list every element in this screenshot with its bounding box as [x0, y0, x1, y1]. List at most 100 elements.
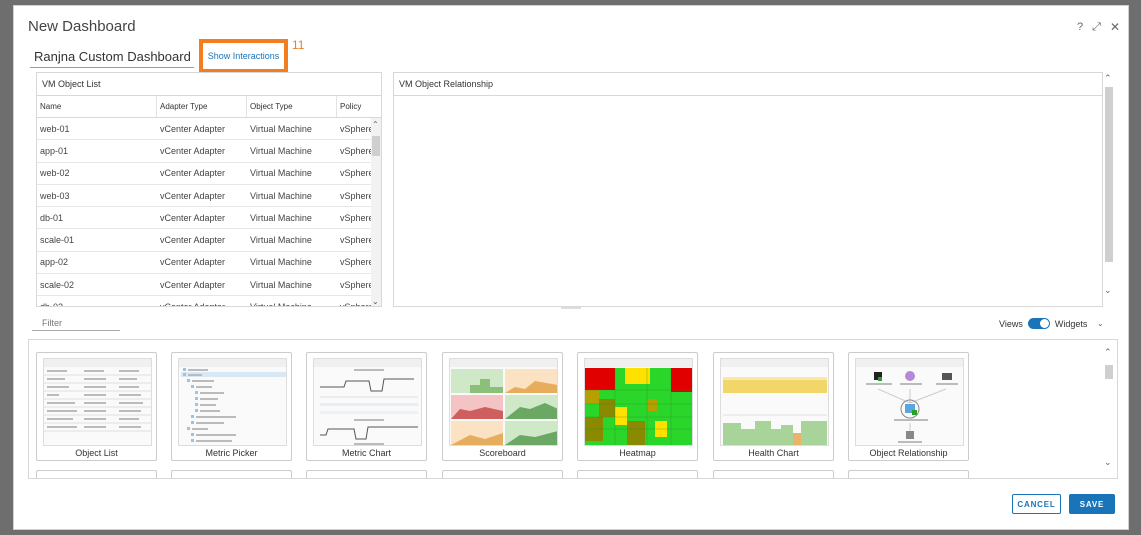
health-chart-preview	[721, 359, 828, 445]
widget-tile-scoreboard[interactable]: Scoreboard	[442, 352, 563, 461]
column-header-adapter-type[interactable]: Adapter Type	[157, 96, 247, 117]
widget-label: Metric Picker	[205, 448, 258, 458]
table-row[interactable]: web-01 vCenter Adapter Virtual Machine vSph…	[37, 118, 381, 141]
filter-input[interactable]	[32, 315, 120, 331]
window-controls: ? ⤢ ✕	[1077, 20, 1120, 34]
cell-object-type: Virtual Machine	[250, 212, 312, 223]
help-icon[interactable]: ?	[1077, 21, 1083, 33]
cell-policy: vSphere	[340, 190, 372, 201]
cell-name: scale-02	[40, 279, 75, 290]
cell-name: app-01	[40, 145, 69, 156]
cell-name: db-01	[40, 212, 64, 223]
table-row[interactable]: app-02 vCenter Adapter Virtual Machine vSph…	[37, 252, 381, 275]
cell-policy: vSphere	[337, 302, 372, 306]
cell-object-type: Virtual Machine	[250, 257, 312, 268]
widget-tile-metric-picker[interactable]: Metric Picker	[171, 352, 292, 461]
widget-tile-object-list[interactable]: Object List	[36, 352, 157, 461]
vm-object-list-title: VM Object List	[37, 73, 381, 96]
table-row[interactable]: web-02 vCenter Adapter Virtual Machine vSph…	[37, 163, 381, 185]
cell-name: web-01	[40, 123, 70, 134]
table-row[interactable]: web-03 vCenter Adapter Virtual Machine vSph…	[37, 185, 381, 208]
scroll-down-icon[interactable]: ⌄	[1104, 285, 1112, 296]
show-interactions-button[interactable]: Show Interactions	[199, 39, 288, 73]
column-header-name[interactable]: Name	[37, 96, 157, 117]
object-list-preview	[44, 359, 151, 432]
cell-adapter-type: vCenter Adapter	[157, 302, 247, 306]
cell-object-type: Virtual Machine	[250, 190, 312, 201]
widget-label: Scoreboard	[479, 448, 526, 458]
scroll-up-icon[interactable]: ⌃	[1104, 73, 1112, 84]
scroll-down-icon[interactable]: ⌄	[1104, 457, 1112, 468]
vm-object-relationship-title: VM Object Relationship	[394, 73, 1102, 96]
cell-adapter-type: vCenter Adapter	[160, 235, 226, 246]
views-widgets-switch[interactable]	[1027, 318, 1050, 329]
cell-object-type: Virtual Machine	[250, 279, 312, 290]
scrollbar-thumb[interactable]	[372, 136, 380, 156]
dashboard-name-input[interactable]	[30, 46, 194, 68]
switch-knob	[1039, 319, 1049, 328]
cell-policy: vSphere	[340, 235, 372, 246]
cell-adapter-type: vCenter Adapter	[160, 257, 226, 268]
cell-adapter-type: vCenter Adapter	[160, 190, 226, 201]
grid-body: web-01 vCenter Adapter Virtual Machine vSph…	[37, 118, 381, 306]
table-row[interactable]: app-01 vCenter Adapter Virtual Machine vSph…	[37, 140, 381, 163]
widget-tile-object-relationship[interactable]: Object Relationship	[848, 352, 969, 461]
panel-splitter[interactable]	[561, 307, 581, 309]
canvas-scrollbar[interactable]: ⌃ ⌄	[1104, 71, 1114, 301]
scrollbar-thumb[interactable]	[1105, 87, 1113, 262]
widgets-label: Widgets	[1054, 318, 1088, 329]
object-list-thumbnail	[43, 358, 152, 446]
views-label: Views	[999, 318, 1023, 329]
column-header-policy[interactable]: Policy	[337, 96, 372, 117]
widget-label: Heatmap	[619, 448, 656, 458]
widget-library: Object List Metric Picker Metric Chart S…	[28, 339, 1118, 479]
vm-object-grid: Name Adapter Type Object Type Policy web…	[37, 96, 381, 306]
widget-library-scrollbar[interactable]: ⌃ ⌄	[1104, 347, 1114, 471]
widget-tile-heatmap[interactable]: Heatmap	[577, 352, 698, 461]
table-row[interactable]: db-01 vCenter Adapter Virtual Machine vSphe…	[37, 207, 381, 230]
scoreboard-preview	[450, 359, 557, 445]
widget-tile-partial[interactable]	[306, 470, 427, 478]
table-row[interactable]: scale-02 vCenter Adapter Virtual Machine vS…	[37, 274, 381, 297]
widget-label: Object Relationship	[869, 448, 948, 458]
widget-tile-partial[interactable]	[713, 470, 834, 478]
metric-picker-preview	[179, 359, 286, 442]
scroll-up-icon[interactable]: ⌃	[372, 120, 379, 129]
cell-object-type: Virtual Machine	[250, 168, 312, 179]
table-row[interactable]: scale-01 vCenter Adapter Virtual Machine vS…	[37, 229, 381, 252]
scrollbar-thumb[interactable]	[1105, 365, 1113, 379]
column-header-object-type[interactable]: Object Type	[247, 96, 337, 117]
widget-label: Object List	[75, 448, 118, 458]
metric-chart-thumbnail	[313, 358, 422, 446]
vm-object-list-panel: VM Object List Name Adapter Type Object …	[36, 72, 382, 307]
table-row[interactable]: db-02vCenter AdapterVirtual MachinevSphe…	[37, 296, 381, 306]
scroll-up-icon[interactable]: ⌃	[1104, 347, 1112, 358]
cell-adapter-type: vCenter Adapter	[160, 145, 226, 156]
widget-tile-metric-chart[interactable]: Metric Chart	[306, 352, 427, 461]
cell-policy: vSphere	[340, 212, 372, 223]
vm-list-scrollbar[interactable]: ⌃ ⌄	[371, 118, 381, 306]
widget-tile-partial[interactable]	[36, 470, 157, 478]
scoreboard-thumbnail	[449, 358, 558, 446]
scroll-down-icon[interactable]: ⌄	[372, 297, 379, 306]
metric-picker-thumbnail	[178, 358, 287, 446]
widget-tile-partial[interactable]	[577, 470, 698, 478]
close-icon[interactable]: ✕	[1110, 20, 1120, 34]
cell-name: app-02	[40, 257, 69, 268]
metric-chart-preview	[314, 359, 421, 445]
save-button[interactable]: SAVE	[1069, 494, 1115, 514]
widget-tile-partial[interactable]	[171, 470, 292, 478]
widget-tile-partial[interactable]	[848, 470, 969, 478]
dialog-title: New Dashboard	[28, 18, 136, 35]
cancel-button[interactable]: CANCEL	[1012, 494, 1061, 514]
cell-adapter-type: vCenter Adapter	[160, 212, 226, 223]
widget-tile-partial[interactable]	[442, 470, 563, 478]
cell-policy: vSphere	[340, 145, 372, 156]
widget-label: Health Chart	[748, 448, 799, 458]
step-number-annotation: 11	[292, 38, 305, 52]
widget-tile-health-chart[interactable]: Health Chart	[713, 352, 834, 461]
collapse-chevron-icon[interactable]: ⌄	[1097, 319, 1104, 328]
cell-name: web-03	[40, 190, 70, 201]
expand-icon[interactable]: ⤢	[1092, 21, 1101, 34]
object-relationship-preview	[856, 359, 963, 443]
